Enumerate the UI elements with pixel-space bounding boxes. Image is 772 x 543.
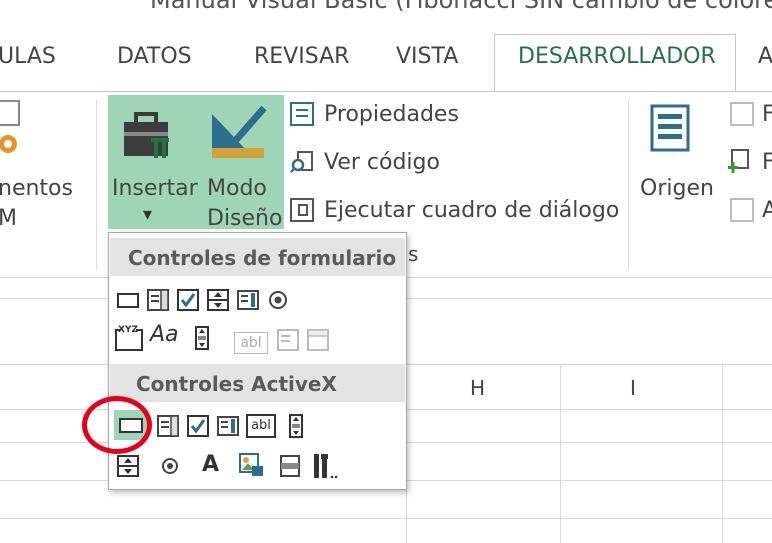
checkbox-form-control-icon[interactable] [176, 288, 200, 312]
form-controls-header-text: Controles de formulario [128, 246, 397, 270]
spin-button-form-control-icon[interactable] [206, 288, 230, 312]
toggle-button-activex-control-icon[interactable] [278, 454, 302, 478]
text-box-activex-control-icon[interactable]: abl [246, 414, 276, 438]
refresh-data-icon [730, 198, 754, 222]
image-activex-control-icon[interactable] [238, 452, 263, 476]
svg-text:XYZ: XYZ [118, 325, 138, 335]
document-icon [0, 100, 20, 126]
spin-button-activex-control-icon[interactable] [116, 454, 140, 478]
map-properties-button[interactable]: F [762, 102, 772, 127]
grid-line [722, 364, 723, 543]
grid-line [560, 364, 561, 543]
source-icon [650, 104, 694, 154]
activex-controls-header: Controles ActiveX [110, 364, 405, 402]
column-header-h[interactable]: H [470, 376, 485, 400]
tab-developer[interactable]: DESARROLLADOR [518, 44, 716, 69]
option-button-form-control-icon[interactable] [266, 288, 290, 312]
chevron-down-icon: ▾ [143, 204, 153, 225]
view-code-button[interactable]: Ver código [324, 150, 440, 175]
properties-button[interactable]: Propiedades [324, 102, 459, 127]
combo-drop-down-edit-form-control-icon[interactable] [306, 328, 330, 352]
controls-group-label-tail: s [408, 242, 419, 266]
design-mode-label-line2: Diseño [207, 206, 283, 231]
run-dialog-button[interactable]: Ejecutar cuadro de diálogo [324, 198, 619, 223]
group-box-form-control-icon[interactable]: XYZ [114, 322, 144, 352]
insert-label: Insertar [112, 176, 198, 201]
view-code-icon [290, 150, 314, 174]
tab-review[interactable]: REVISAR [254, 44, 349, 69]
scroll-bar-activex-control-icon[interactable] [284, 414, 308, 438]
run-dialog-icon [290, 198, 314, 222]
group-separator [628, 100, 629, 270]
button-form-control-icon[interactable] [116, 288, 140, 312]
option-button-activex-control-icon[interactable] [158, 454, 182, 478]
toolbox-icon [120, 102, 176, 162]
addins-label-line1[interactable]: nentos [0, 176, 73, 201]
design-mode-icon [206, 100, 270, 164]
grid-line [0, 518, 772, 519]
list-box-form-control-icon[interactable] [236, 288, 260, 312]
more-controls-icon[interactable] [310, 452, 338, 479]
tab-formulas[interactable]: ULAS [0, 44, 56, 69]
gear-icon [0, 132, 24, 156]
list-box-activex-control-icon[interactable] [216, 414, 240, 438]
label-form-control-icon[interactable]: Aa [150, 322, 179, 347]
expansion-packs-icon [728, 148, 752, 176]
group-separator [96, 100, 97, 270]
tab-partial[interactable]: A [758, 44, 772, 69]
activex-controls-header-text: Controles ActiveX [136, 372, 337, 396]
combo-box-activex-control-icon[interactable] [156, 414, 180, 438]
checkbox-activex-control-icon[interactable] [186, 414, 210, 438]
tab-view[interactable]: VISTA [396, 44, 458, 69]
refresh-data-button[interactable]: A [762, 198, 772, 223]
column-header-i[interactable]: I [630, 376, 636, 400]
form-controls-header: Controles de formulario [110, 238, 405, 276]
design-mode-label-line1: Modo [207, 176, 267, 201]
tab-data[interactable]: DATOS [117, 44, 192, 69]
scroll-bar-form-control-icon[interactable] [190, 326, 214, 350]
source-button[interactable]: Origen [640, 176, 714, 201]
text-field-form-control-icon[interactable]: abl [234, 332, 268, 354]
label-activex-control-icon[interactable]: A [202, 452, 219, 477]
map-properties-icon [730, 102, 754, 126]
combo-list-edit-form-control-icon[interactable] [276, 328, 300, 352]
window-title: Manual Visual Basic (Fibonacci SIN cambi… [150, 0, 772, 14]
annotation-circle [82, 396, 152, 454]
combo-box-form-control-icon[interactable] [146, 288, 170, 312]
addins-label-line2[interactable]: M [0, 206, 17, 231]
properties-icon [290, 102, 314, 126]
title-bar: Manual Visual Basic (Fibonacci SIN cambi… [0, 0, 772, 34]
expansion-packs-button[interactable]: F [762, 150, 772, 175]
